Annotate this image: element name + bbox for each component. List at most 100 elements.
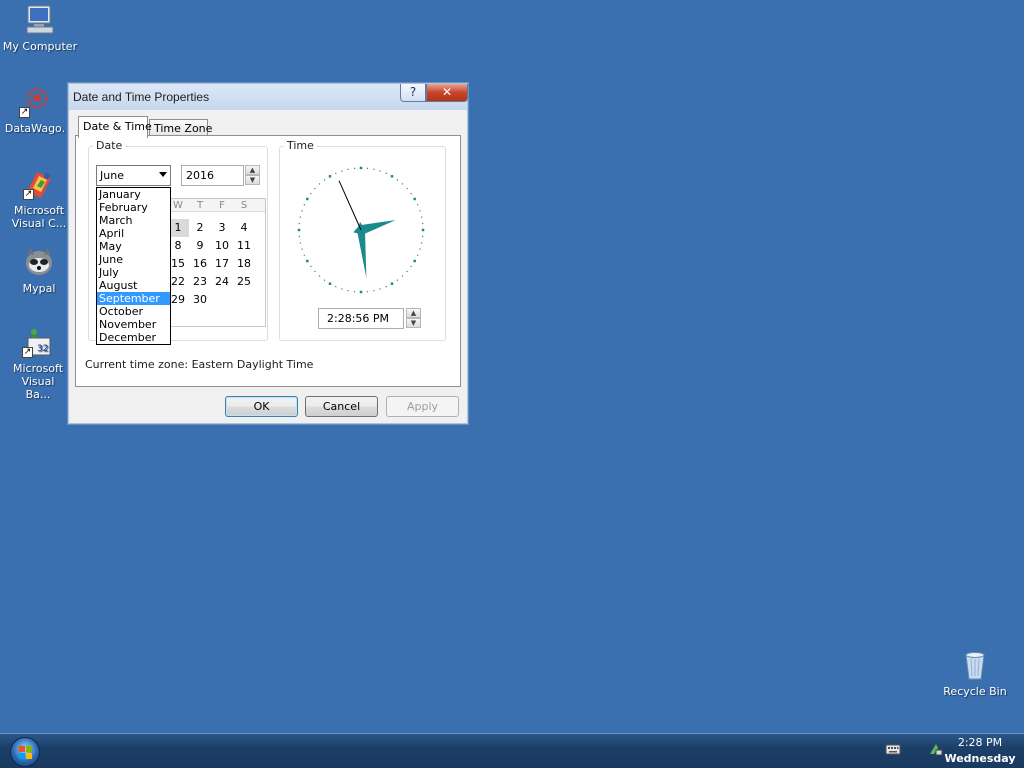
cancel-button[interactable]: Cancel: [305, 396, 378, 417]
calendar-day[interactable]: 3: [211, 219, 233, 237]
clock-minute-mark: [406, 270, 408, 273]
time-up-arrow-icon[interactable]: ▲: [406, 308, 421, 318]
month-option[interactable]: December: [97, 331, 170, 344]
desktop-icon-label: Mypal: [22, 282, 56, 295]
calendar-day[interactable]: 4: [233, 219, 255, 237]
calendar-day[interactable]: 23: [189, 273, 211, 291]
apply-button[interactable]: Apply: [386, 396, 459, 417]
clock-minute-mark: [341, 288, 343, 290]
desktop-icon-datawago[interactable]: ↗ DataWago.: [0, 86, 73, 135]
month-option[interactable]: April: [97, 227, 170, 240]
keyboard-icon[interactable]: [885, 742, 901, 756]
month-option[interactable]: June: [97, 253, 170, 266]
calendar-day[interactable]: 18: [233, 255, 255, 273]
clock-hour-mark: [359, 290, 363, 294]
year-up-arrow-icon[interactable]: ▲: [245, 165, 260, 175]
datawago-icon: ↗: [19, 86, 51, 118]
year-spinner: ▲ ▼: [245, 165, 260, 186]
ok-button[interactable]: OK: [225, 396, 298, 417]
desktop-icon-label: Recycle Bin: [943, 685, 1007, 698]
calendar-day[interactable]: 25: [233, 273, 255, 291]
computer-icon: [24, 4, 56, 36]
clock-minute-mark: [347, 290, 349, 292]
month-option[interactable]: August: [97, 279, 170, 292]
close-icon: ✕: [441, 85, 453, 99]
clock-minute-mark: [366, 291, 369, 293]
clock-minute-mark: [419, 248, 421, 250]
clock-minute-mark: [366, 167, 369, 169]
desktop-icon-my-computer[interactable]: My Computer: [2, 4, 78, 53]
calendar-day[interactable]: 24: [211, 273, 233, 291]
analog-clock-face: [297, 166, 425, 294]
windows-flag-icon: [19, 746, 33, 760]
calendar-day[interactable]: 9: [189, 237, 211, 255]
clock-second-hand: [338, 180, 362, 231]
shortcut-arrow-icon: ↗: [23, 189, 34, 200]
clock-minute-mark: [379, 170, 381, 172]
clock-hour-mark: [306, 259, 309, 263]
desktop-icon-visual-basic[interactable]: 32 ↗ Microsoft Visual Ba...: [0, 326, 76, 401]
clock-minute-mark: [323, 279, 326, 281]
year-value: 2016: [186, 169, 214, 182]
recycle-bin-icon: [959, 649, 991, 681]
help-icon: ?: [409, 85, 417, 99]
start-button[interactable]: [10, 737, 40, 767]
year-down-arrow-icon[interactable]: ▼: [245, 175, 260, 185]
clock-minute-mark: [410, 192, 412, 195]
taskbar: [0, 733, 1024, 768]
chevron-down-icon[interactable]: [159, 172, 167, 177]
clock-hour-mark: [413, 197, 416, 201]
help-button[interactable]: ?: [400, 84, 426, 102]
calendar-day[interactable]: 2: [189, 219, 211, 237]
title-bar[interactable]: Date and Time Properties ? ✕: [69, 84, 468, 110]
clock-hour-mark: [421, 228, 425, 232]
month-option[interactable]: November: [97, 318, 170, 331]
time-spinner: ▲ ▼: [406, 308, 421, 329]
clock-minute-mark: [341, 170, 343, 172]
month-option[interactable]: March: [97, 214, 170, 227]
clock-minute-mark: [335, 286, 337, 288]
close-button[interactable]: ✕: [426, 84, 468, 102]
month-option-highlighted[interactable]: September: [97, 292, 170, 305]
calendar-day[interactable]: 11: [233, 237, 255, 255]
analog-clock: [296, 165, 426, 295]
tab-date-time[interactable]: Date & Time: [78, 116, 152, 138]
month-option[interactable]: May: [97, 240, 170, 253]
clock-minute-mark: [421, 242, 423, 244]
time-down-arrow-icon[interactable]: ▼: [406, 318, 421, 328]
desktop-icon-label-text: Microsoft Visual Ba...: [12, 362, 64, 401]
month-combobox[interactable]: June: [96, 165, 171, 186]
desktop-icon-label: DataWago.: [4, 122, 66, 135]
clock-minute-mark: [299, 242, 301, 244]
time-field[interactable]: 2:28:56 PM: [318, 308, 404, 329]
clock-minute-mark: [421, 216, 423, 218]
clock-minute-mark: [422, 235, 424, 238]
desktop-icon-recycle-bin[interactable]: Recycle Bin: [937, 649, 1013, 698]
clock-hour-mark: [413, 259, 416, 263]
mypal-icon: [23, 246, 55, 278]
system-clock[interactable]: 2:28 PM Wednesday: [940, 735, 1020, 767]
window-title: Date and Time Properties: [73, 90, 210, 104]
desktop-icon-label: Microsoft Visual Ba...: [8, 362, 68, 401]
clock-minute-mark: [417, 204, 419, 206]
calendar-day[interactable]: 16: [189, 255, 211, 273]
date-time-properties-window: Date and Time Properties ? ✕ Date & Time…: [67, 82, 469, 425]
clock-minute-mark: [310, 265, 312, 268]
clock-minute-mark: [318, 183, 321, 185]
calendar-day[interactable]: 10: [211, 237, 233, 255]
month-option[interactable]: February: [97, 201, 170, 214]
time-value: 2:28:56 PM: [327, 312, 390, 325]
month-option[interactable]: October: [97, 305, 170, 318]
month-dropdown-list: January February March April May June Ju…: [96, 187, 171, 345]
month-option[interactable]: July: [97, 266, 170, 279]
calendar-day[interactable]: 17: [211, 255, 233, 273]
desktop-icon-mypal[interactable]: Mypal: [1, 246, 77, 295]
month-option[interactable]: January: [97, 188, 170, 201]
year-field[interactable]: 2016: [181, 165, 244, 186]
clock-minute-mark: [373, 290, 375, 292]
desktop-icon-visual-c[interactable]: ↗ Microsoft Visual C...: [1, 168, 77, 230]
shortcut-arrow-icon: ↗: [19, 107, 30, 118]
clock-minute-mark: [318, 275, 321, 277]
calendar-day[interactable]: 30: [189, 291, 211, 309]
clock-hour-mark: [328, 175, 332, 178]
